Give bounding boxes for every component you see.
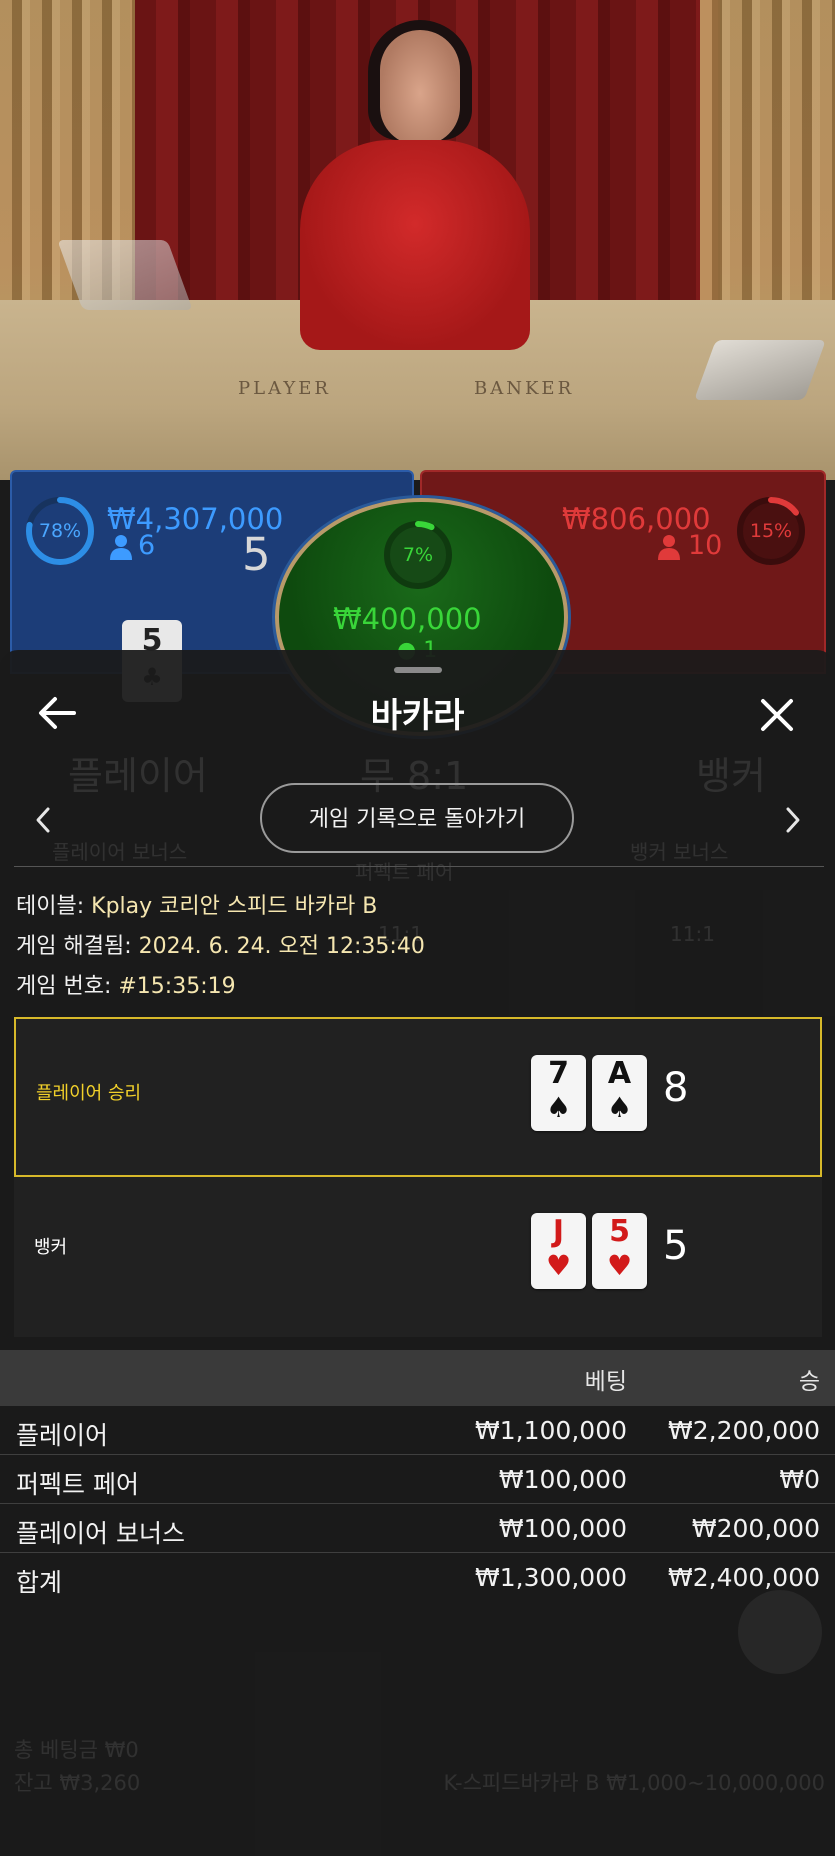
chevron-left-icon [36, 807, 50, 833]
settled-info-value: 2024. 6. 24. 오전 12:35:40 [138, 934, 425, 959]
total-row: 합계 ₩1,300,000 ₩2,400,000 [0, 1553, 835, 1601]
ghost-menu-button [738, 1590, 822, 1674]
win-column-header: 승 [798, 1369, 820, 1395]
round-info: 게임 번호: #15:35:19 [16, 968, 236, 1000]
win-amount: ₩0 [779, 1465, 820, 1494]
player-percent-ring: 78% [25, 496, 95, 566]
ghost-banker-bonus: 뱅커 보너스 [630, 840, 729, 864]
table-row: 퍼펙트 페어 ₩100,000 ₩0 [0, 1455, 835, 1504]
header-divider [14, 866, 824, 867]
felt-label-player: PLAYER [238, 378, 331, 399]
live-video-feed: PLAYER BANKER [0, 0, 835, 480]
settled-info: 게임 해결됨: 2024. 6. 24. 오전 12:35:40 [16, 928, 425, 960]
bet-amount: ₩1,100,000 [475, 1416, 627, 1445]
win-amount: ₩200,000 [691, 1514, 820, 1543]
ghost-balance: 잔고 ₩3,260 [14, 1771, 141, 1795]
banker-card-2: 5 ♥ [592, 1213, 647, 1289]
previous-game-button[interactable] [34, 806, 52, 838]
ghost-banker-label: 뱅커 [696, 754, 766, 798]
ghost-table-limits: K-스피드바카라 B ₩1,000~10,000,000 [443, 1771, 825, 1795]
player-bettor-count: 6 [138, 530, 156, 561]
player-person-icon [110, 534, 132, 567]
banker-card-1-rank: J [552, 1214, 565, 1249]
player-result-label: 플레이어 승리 [36, 1083, 142, 1104]
ghost-banker-pair: 11:1 [670, 922, 715, 946]
chevron-right-icon [786, 807, 800, 833]
player-score: 5 [242, 528, 271, 581]
back-to-history-button[interactable]: 게임 기록으로 돌아가기 [260, 783, 574, 853]
next-game-button[interactable] [784, 806, 802, 838]
player-result-score: 8 [663, 1065, 689, 1111]
player-card-2-rank: A [607, 1056, 632, 1091]
banker-percent-ring: 15% [736, 496, 806, 566]
ghost-total-bet: 총 베팅금 ₩0 [14, 1738, 139, 1762]
total-label: 합계 [16, 1568, 63, 1597]
bet-amount: ₩100,000 [498, 1514, 627, 1543]
win-amount: ₩2,200,000 [668, 1416, 820, 1445]
bet-name: 플레이어 [16, 1421, 109, 1450]
ghost-perfect-pair: 퍼펙트 페어 [355, 860, 454, 884]
total-bet-amount: ₩1,300,000 [475, 1563, 627, 1592]
bet-name: 플레이어 보너스 [16, 1519, 185, 1548]
bets-table-header: 베팅 승 [0, 1350, 835, 1406]
heart-icon: ♥ [545, 1249, 572, 1282]
banker-result-score: 5 [663, 1223, 689, 1269]
ghost-player-bonus: 플레이어 보너스 [52, 840, 188, 864]
close-icon [761, 699, 793, 731]
total-win-amount: ₩2,400,000 [668, 1563, 820, 1592]
banker-person-icon [658, 534, 680, 567]
sheet-drag-handle[interactable] [394, 667, 442, 673]
tie-bet-amount: ₩400,000 [333, 602, 482, 636]
banker-percent: 15% [749, 520, 793, 542]
player-result-row: 플레이어 승리 7 ♠ A ♠ 8 [14, 1017, 822, 1177]
spade-icon: ♠ [606, 1091, 633, 1124]
sheet-title: 바카라 [370, 696, 465, 736]
heart-icon: ♥ [606, 1249, 633, 1282]
banker-bettor-count: 10 [688, 530, 723, 561]
table-info-value: Kplay 코리안 스피드 바카라 B [91, 894, 378, 919]
tie-percent: 7% [402, 544, 434, 566]
banker-result-label: 뱅커 [34, 1237, 68, 1258]
player-percent: 78% [38, 520, 82, 542]
ghost-player-label: 플레이어 [68, 754, 208, 798]
spade-icon: ♠ [545, 1091, 572, 1124]
settled-info-label: 게임 해결됨: [16, 934, 132, 959]
tie-percent-ring: 7% [383, 520, 453, 590]
bet-column-header: 베팅 [584, 1369, 627, 1395]
player-card-1-rank: 7 [548, 1056, 569, 1091]
table-info-label: 테이블: [16, 894, 85, 919]
banker-card-2-rank: 5 [609, 1214, 630, 1249]
table-row: 플레이어 ₩1,100,000 ₩2,200,000 [0, 1406, 835, 1455]
dealer-body [300, 140, 530, 350]
bet-amount: ₩100,000 [498, 1465, 627, 1494]
card-shoe [694, 340, 826, 400]
close-button[interactable] [760, 698, 794, 736]
table-row: 플레이어 보너스 ₩100,000 ₩200,000 [0, 1504, 835, 1553]
table-info: 테이블: Kplay 코리안 스피드 바카라 B [16, 888, 377, 920]
player-card-2: A ♠ [592, 1055, 647, 1131]
round-info-label: 게임 번호: [16, 974, 112, 999]
banker-card-1: J ♥ [531, 1213, 586, 1289]
bet-name: 퍼펙트 페어 [16, 1470, 139, 1499]
banker-result-row: 뱅커 J ♥ 5 ♥ 5 [14, 1177, 822, 1337]
felt-label-banker: BANKER [474, 378, 575, 399]
round-info-value: #15:35:19 [118, 974, 236, 999]
dealer-face [380, 30, 460, 145]
player-card-1: 7 ♠ [531, 1055, 586, 1131]
